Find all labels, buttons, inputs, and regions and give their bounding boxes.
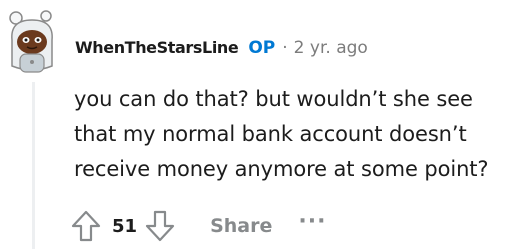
- upvote-arrow-icon: [71, 210, 101, 242]
- downvote-arrow-icon: [145, 210, 175, 242]
- upvote-button[interactable]: [68, 207, 104, 245]
- author-name[interactable]: WhenTheStarsLine: [75, 36, 239, 60]
- comment-line: receive money anymore at some point?: [74, 157, 489, 181]
- comment-line: that my normal bank account doesn’t: [74, 122, 467, 146]
- comment-age[interactable]: 2 yr. ago: [294, 36, 368, 60]
- comment-actions: 51 Share ···: [68, 206, 326, 246]
- vote-score: 51: [112, 215, 138, 237]
- op-badge: OP: [248, 38, 276, 58]
- user-avatar-icon[interactable]: [6, 10, 58, 78]
- meta-separator: ·: [282, 38, 288, 58]
- share-button[interactable]: Share: [210, 215, 272, 237]
- comment-body: you can do that? but wouldn’t she see th…: [74, 82, 524, 187]
- more-options-icon[interactable]: ···: [298, 211, 326, 233]
- comment-meta: WhenTheStarsLine OP · 2 yr. ago: [75, 36, 368, 60]
- thread-line[interactable]: [32, 82, 35, 249]
- downvote-button[interactable]: [142, 207, 178, 245]
- comment: WhenTheStarsLine OP · 2 yr. ago you can …: [0, 0, 527, 249]
- comment-line: you can do that? but wouldn’t she see: [74, 87, 473, 111]
